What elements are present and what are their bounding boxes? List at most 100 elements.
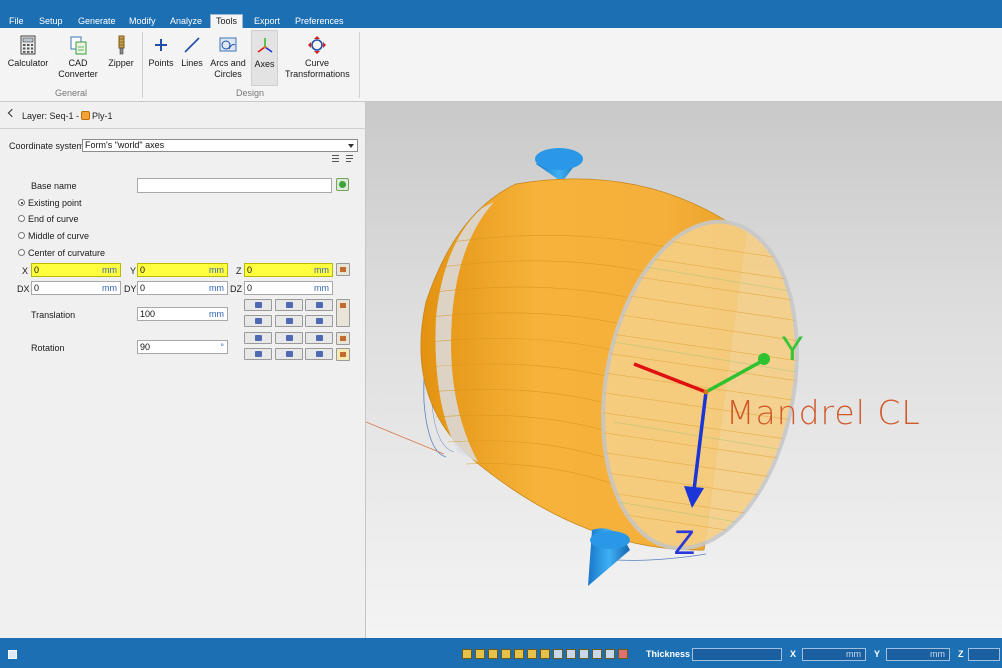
menu-analyze[interactable]: Analyze: [165, 15, 207, 28]
calculator-icon: [18, 35, 38, 55]
menu-tools[interactable]: Tools: [210, 14, 244, 28]
dx-unit: mm: [102, 283, 117, 293]
grid-view-icon[interactable]: [566, 649, 576, 659]
translate-z-button[interactable]: [305, 299, 333, 311]
dx-input[interactable]: 0 mm: [31, 281, 121, 295]
thickness-field[interactable]: [692, 648, 782, 661]
3d-viewport[interactable]: Y Z Mandrel CL: [366, 102, 1002, 638]
ribbon-separator: [142, 32, 143, 98]
status-z-field[interactable]: [968, 648, 1000, 661]
view-back-icon[interactable]: [488, 649, 498, 659]
z-value: 0: [247, 265, 253, 275]
apply-icon[interactable]: [336, 178, 349, 191]
pick-point-icon[interactable]: [336, 263, 350, 276]
lines-button[interactable]: Lines: [178, 30, 206, 86]
breadcrumb-ply: Ply-1: [92, 111, 113, 121]
rotation-input[interactable]: 90 °: [137, 340, 228, 354]
option-middle-of-curve[interactable]: Middle of curve: [28, 231, 89, 241]
view-bottom-icon[interactable]: [540, 649, 550, 659]
axes-icon: [255, 36, 275, 56]
translation-input[interactable]: 100 mm: [137, 307, 228, 321]
group-general-label: General: [54, 88, 88, 98]
x-input[interactable]: 0 mm: [31, 263, 121, 277]
rotate-neg-z-button[interactable]: [305, 348, 333, 360]
menu-modify[interactable]: Modify: [124, 15, 161, 28]
y-input[interactable]: 0 mm: [137, 263, 228, 277]
plus-icon: [151, 35, 171, 55]
dy-input[interactable]: 0 mm: [137, 281, 228, 295]
reset-icon[interactable]: [336, 348, 350, 361]
translate-x-button[interactable]: [244, 299, 272, 311]
list-icon[interactable]: [332, 154, 341, 163]
calculator-button[interactable]: Calculator: [4, 30, 52, 86]
menu-export[interactable]: Export: [249, 15, 285, 28]
option-center-of-curvature[interactable]: Center of curvature: [28, 248, 105, 258]
zipper-icon: [111, 35, 131, 55]
dz-input[interactable]: 0 mm: [244, 281, 333, 295]
section-icon[interactable]: [592, 649, 602, 659]
rotate-neg-y-button[interactable]: [275, 348, 303, 360]
status-x-field[interactable]: mm: [802, 648, 866, 661]
cad-converter-label: CAD Converter: [58, 58, 98, 79]
base-name-input[interactable]: [137, 178, 332, 193]
points-button[interactable]: Points: [146, 30, 176, 86]
translate-neg-y-button[interactable]: [275, 315, 303, 327]
arcs-circles-button[interactable]: Arcs and Circles: [208, 30, 248, 86]
axes-button[interactable]: Axes: [251, 30, 278, 86]
x-label: X: [22, 266, 29, 276]
rotate-y-button[interactable]: [275, 332, 303, 344]
zipper-label: Zipper: [108, 58, 134, 68]
status-y-label: Y: [874, 649, 881, 659]
properties-panel: Layer: Seq-1 - Ply-1 Coordinate system Fo…: [0, 102, 366, 638]
status-z-label: Z: [958, 649, 964, 659]
rotate-neg-x-button[interactable]: [244, 348, 272, 360]
curve-transformations-label: Curve Transformations: [285, 58, 350, 79]
rotate-x-button[interactable]: [244, 332, 272, 344]
status-y-field[interactable]: mm: [886, 648, 950, 661]
translate-y-button[interactable]: [275, 299, 303, 311]
z-input[interactable]: 0 mm: [244, 263, 333, 277]
view-left-icon[interactable]: [501, 649, 511, 659]
translate-neg-x-button[interactable]: [244, 315, 272, 327]
radio-end-of-curve[interactable]: [18, 215, 25, 222]
zipper-button[interactable]: Zipper: [104, 30, 138, 86]
shading-icon[interactable]: [579, 649, 589, 659]
dz-label: DZ: [230, 284, 242, 294]
translate-neg-z-button[interactable]: [305, 315, 333, 327]
back-arrow-icon[interactable]: [7, 108, 17, 118]
dx-value: 0: [34, 283, 40, 293]
view-front-icon[interactable]: [475, 649, 485, 659]
menu-file[interactable]: File: [4, 15, 29, 28]
z-unit: mm: [314, 265, 329, 275]
menu-generate[interactable]: Generate: [73, 15, 121, 28]
capture-icon[interactable]: [618, 649, 628, 659]
top-cone: [535, 148, 583, 182]
cad-converter-button[interactable]: CAD Converter: [56, 30, 100, 86]
menu-preferences[interactable]: Preferences: [290, 15, 349, 28]
y-label: Y: [130, 266, 137, 276]
option-end-of-curve[interactable]: End of curve: [28, 214, 79, 224]
view-top-icon[interactable]: [527, 649, 537, 659]
print-icon[interactable]: [605, 649, 615, 659]
fit-view-icon[interactable]: [553, 649, 563, 659]
x-unit: mm: [102, 265, 117, 275]
chevron-down-icon: [348, 144, 354, 148]
axis-z-label: Z: [674, 524, 695, 562]
option-existing-point[interactable]: Existing point: [28, 198, 82, 208]
view-iso-icon[interactable]: [462, 649, 472, 659]
translate-options-icon[interactable]: [336, 299, 350, 327]
coordinate-system-select[interactable]: Form's "world" axes: [82, 139, 358, 152]
rotate-z-button[interactable]: [305, 332, 333, 344]
list-options-icon[interactable]: [346, 154, 355, 163]
radio-middle-of-curve[interactable]: [18, 232, 25, 239]
radio-center-of-curvature[interactable]: [18, 249, 25, 256]
points-label: Points: [148, 58, 174, 68]
dy-unit: mm: [209, 283, 224, 293]
breadcrumb-text[interactable]: Layer: Seq-1 - Ply-1: [22, 111, 113, 121]
rotate-options-icon[interactable]: [336, 332, 350, 345]
status-icon[interactable]: [8, 650, 17, 659]
menu-setup[interactable]: Setup: [34, 15, 68, 28]
curve-transformations-button[interactable]: Curve Transformations: [283, 30, 351, 86]
radio-existing-point[interactable]: [18, 199, 25, 206]
view-right-icon[interactable]: [514, 649, 524, 659]
